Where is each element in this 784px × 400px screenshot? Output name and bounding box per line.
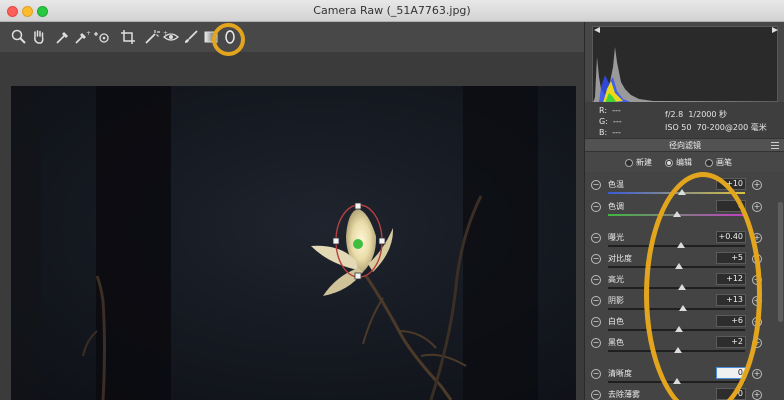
- g-label: G:: [599, 117, 608, 126]
- mode-edit-label: 编辑: [676, 158, 692, 167]
- slider-label: 高光: [608, 275, 624, 284]
- decrease-button[interactable]: −: [591, 296, 601, 306]
- decrease-button[interactable]: −: [591, 390, 601, 400]
- panel-menu-icon[interactable]: [771, 142, 779, 149]
- slider-label: 曝光: [608, 233, 624, 242]
- decrease-button[interactable]: −: [591, 275, 601, 285]
- targeted-adjustment-tool-icon[interactable]: [93, 28, 111, 46]
- r-label: R:: [599, 106, 608, 115]
- adjustment-brush-icon[interactable]: [182, 28, 200, 46]
- decrease-button[interactable]: −: [591, 202, 601, 212]
- crop-tool-icon[interactable]: [119, 28, 137, 46]
- svg-text:+: +: [163, 30, 168, 37]
- zoom-tool-icon[interactable]: [10, 28, 28, 46]
- mode-brush[interactable]: 画笔: [705, 157, 732, 168]
- decrease-button[interactable]: −: [591, 369, 601, 379]
- annotation-circle: [212, 23, 245, 56]
- radial-filter-pin[interactable]: [353, 239, 363, 249]
- toolbar: + +: [0, 22, 584, 66]
- slider-label: 对比度: [608, 254, 632, 263]
- window-title: Camera Raw (_51A7763.jpg): [313, 4, 471, 17]
- red-eye-tool-icon[interactable]: +: [162, 28, 180, 46]
- mode-brush-label: 画笔: [716, 158, 732, 167]
- g-value: ---: [613, 117, 622, 126]
- slider-label: 清晰度: [608, 369, 632, 378]
- slider-label: 去除薄雾: [608, 390, 640, 399]
- spot-removal-tool-icon[interactable]: [143, 28, 161, 46]
- svg-text:+: +: [86, 30, 91, 37]
- increase-button[interactable]: +: [752, 369, 762, 379]
- shutter: 1/2000 秒: [688, 110, 728, 119]
- increase-button[interactable]: +: [752, 202, 762, 212]
- mode-selector: 新建 编辑 画笔: [585, 153, 784, 171]
- section-title-label: 径向滤镜: [669, 141, 701, 150]
- b-label: B:: [599, 128, 608, 137]
- slider-label: 色温: [608, 180, 624, 189]
- b-value: ---: [612, 128, 621, 137]
- title-bar: Camera Raw (_51A7763.jpg): [0, 0, 784, 22]
- iso: ISO 50: [665, 123, 692, 132]
- aperture: f/2.8: [665, 110, 684, 119]
- decrease-button[interactable]: −: [591, 317, 601, 327]
- decrease-button[interactable]: −: [591, 180, 601, 190]
- hand-tool-icon[interactable]: [30, 28, 48, 46]
- decrease-button[interactable]: −: [591, 233, 601, 243]
- section-title: 径向滤镜: [585, 138, 784, 152]
- slider-label: 阴影: [608, 296, 624, 305]
- mode-new[interactable]: 新建: [625, 157, 652, 168]
- increase-button[interactable]: +: [752, 390, 762, 400]
- info-readout: R: --- G: --- B: --- f/2.8 1/2000 秒 ISO …: [585, 102, 784, 138]
- slider-label: 白色: [608, 317, 624, 326]
- mode-brush-radio[interactable]: [705, 158, 713, 167]
- r-value: ---: [612, 106, 621, 115]
- mode-new-label: 新建: [636, 158, 652, 167]
- increase-button[interactable]: +: [752, 180, 762, 190]
- panel-scrollbar[interactable]: [778, 202, 783, 322]
- histogram: [592, 26, 779, 103]
- annotation-oval: [644, 172, 762, 400]
- white-balance-tool-icon[interactable]: [54, 28, 72, 46]
- mode-new-radio[interactable]: [625, 158, 633, 167]
- decrease-button[interactable]: −: [591, 254, 601, 264]
- decrease-button[interactable]: −: [591, 338, 601, 348]
- slider-label: 黑色: [608, 338, 624, 347]
- lens: 70-200@200 毫米: [696, 123, 767, 132]
- color-sampler-tool-icon[interactable]: +: [73, 28, 91, 46]
- mode-edit-radio[interactable]: [665, 158, 673, 167]
- photo-preview[interactable]: [11, 86, 576, 400]
- mode-edit[interactable]: 编辑: [665, 157, 692, 168]
- slider-label: 色调: [608, 202, 624, 211]
